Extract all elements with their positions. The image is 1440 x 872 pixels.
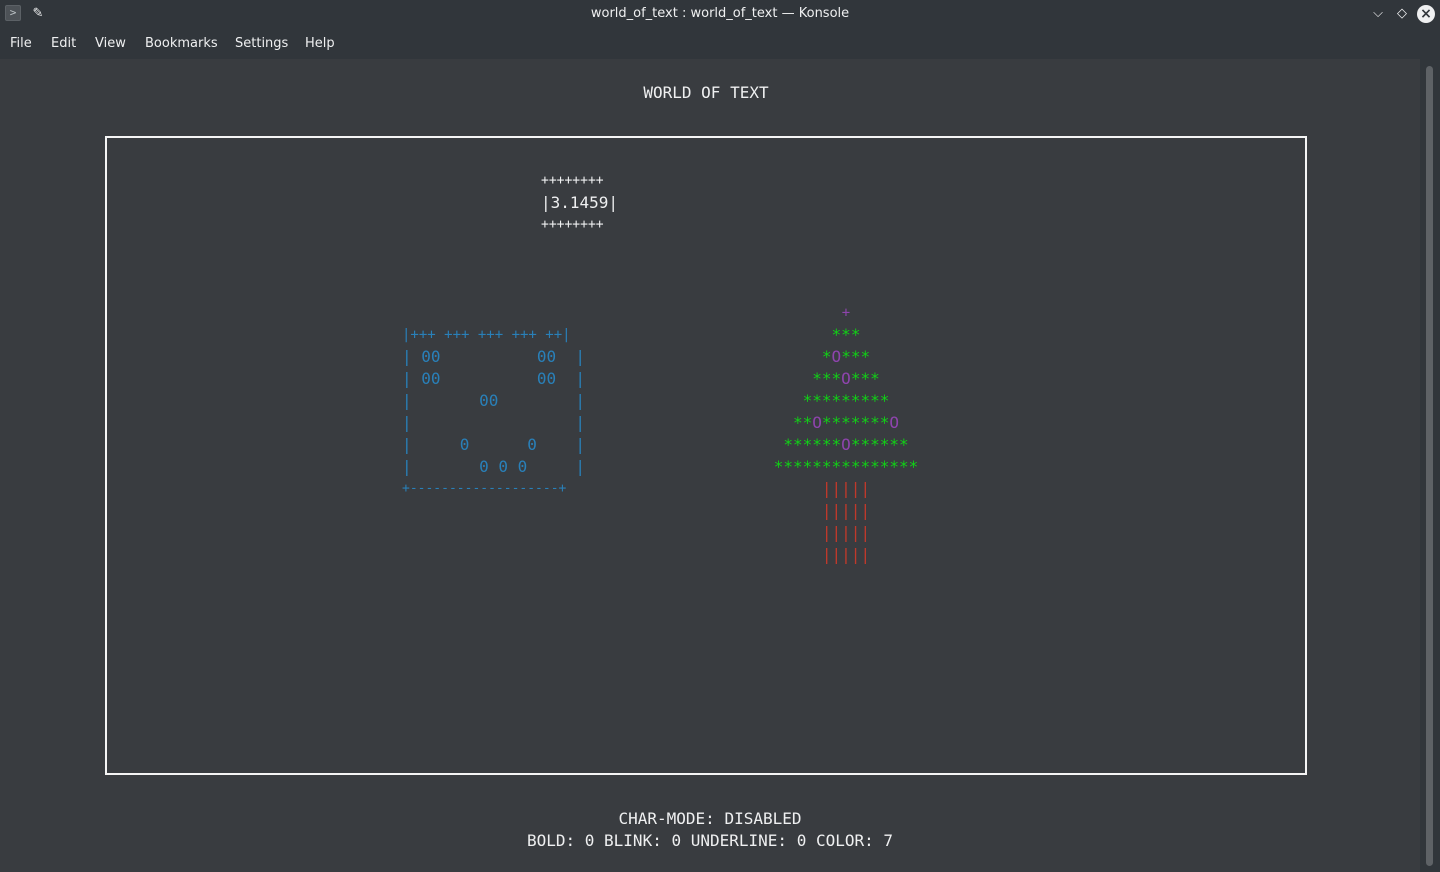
christmas-tree-drawing: + *** *O*** ***O*** ********* **O*******… [770, 302, 922, 566]
tree-trunk: ||||| [821, 501, 871, 520]
tree-segment: ******* [821, 413, 890, 432]
tree-trunk: ||||| [821, 523, 871, 542]
menu-edit[interactable]: Edit [51, 36, 76, 51]
page-heading: WORLD OF TEXT [643, 83, 769, 102]
tree-segment: ** [793, 413, 813, 432]
house-drawing: |+++ +++ +++ +++ ++| | 00 00 | | 00 00 |… [402, 324, 585, 500]
tree-segment: *** [812, 369, 842, 388]
ornament: O [889, 413, 899, 432]
tree-segment: *** [841, 347, 871, 366]
close-icon[interactable]: × [1417, 5, 1435, 23]
tree-segment: * [821, 347, 832, 366]
scrollbar[interactable] [1420, 59, 1440, 872]
minimize-icon[interactable]: ⌵ [1368, 4, 1388, 24]
ornament: O [831, 347, 842, 366]
tree-top: + [841, 305, 851, 321]
tree-trunk: ||||| [821, 479, 871, 498]
tree-row: ******O****** [770, 434, 922, 456]
title-bar: > ✎ world_of_text : world_of_text — Kons… [0, 0, 1440, 29]
tree-row: *************** [770, 456, 922, 478]
house-line: | 00 00 | [402, 369, 586, 388]
tree-row: **O*******O [770, 412, 922, 434]
menu-view[interactable]: View [95, 36, 126, 51]
terminal-area[interactable]: WORLD OF TEXT ++++++++ |3.1459| ++++++++… [0, 59, 1420, 872]
maximize-icon[interactable]: ◇ [1392, 4, 1412, 24]
menu-bar: File Edit View Bookmarks Settings Help [0, 29, 1440, 59]
tree-row: ***O*** [770, 368, 922, 390]
menu-bookmarks[interactable]: Bookmarks [145, 36, 218, 51]
ornament: O [841, 369, 851, 388]
attribute-status: BOLD: 0 BLINK: 0 UNDERLINE: 0 COLOR: 7 [526, 831, 894, 850]
house-line: | 0 0 | [402, 435, 586, 454]
scrollbar-thumb[interactable] [1426, 66, 1433, 866]
house-line: |+++ +++ +++ +++ ++| [402, 327, 571, 343]
menu-file[interactable]: File [10, 36, 32, 51]
house-line: +-------------------+ [402, 481, 567, 496]
tree-row: *** [770, 324, 922, 346]
tree-trunk: ||||| [821, 545, 871, 564]
tree-segment: *** [831, 325, 861, 344]
tree-row: *O*** [770, 346, 922, 368]
house-line: | 0 0 0 | [402, 457, 586, 476]
house-line: | | [402, 413, 586, 432]
ornament: O [841, 435, 851, 454]
house-line: | 00 00 | [402, 347, 586, 366]
char-mode-status: CHAR-MODE: DISABLED [618, 809, 802, 828]
pi-box-top: ++++++++ [541, 173, 604, 188]
tree-segment: ****** [850, 435, 909, 454]
ornament: O [812, 413, 822, 432]
pi-box: ++++++++ |3.1459| ++++++++ [541, 170, 618, 236]
house-line: | 00 | [402, 391, 586, 410]
tree-segment: ********* [802, 391, 890, 410]
pi-box-bottom: ++++++++ [541, 217, 604, 232]
tree-row: ********* [770, 390, 922, 412]
canvas-frame [105, 136, 1307, 775]
tree-segment: ****** [783, 435, 842, 454]
pi-value: |3.1459| [541, 193, 619, 212]
tree-segment: *************** [773, 457, 919, 476]
window-title: world_of_text : world_of_text — Konsole [590, 6, 850, 21]
menu-settings[interactable]: Settings [235, 36, 288, 51]
tree-segment: *** [850, 369, 880, 388]
menu-help[interactable]: Help [305, 36, 335, 51]
